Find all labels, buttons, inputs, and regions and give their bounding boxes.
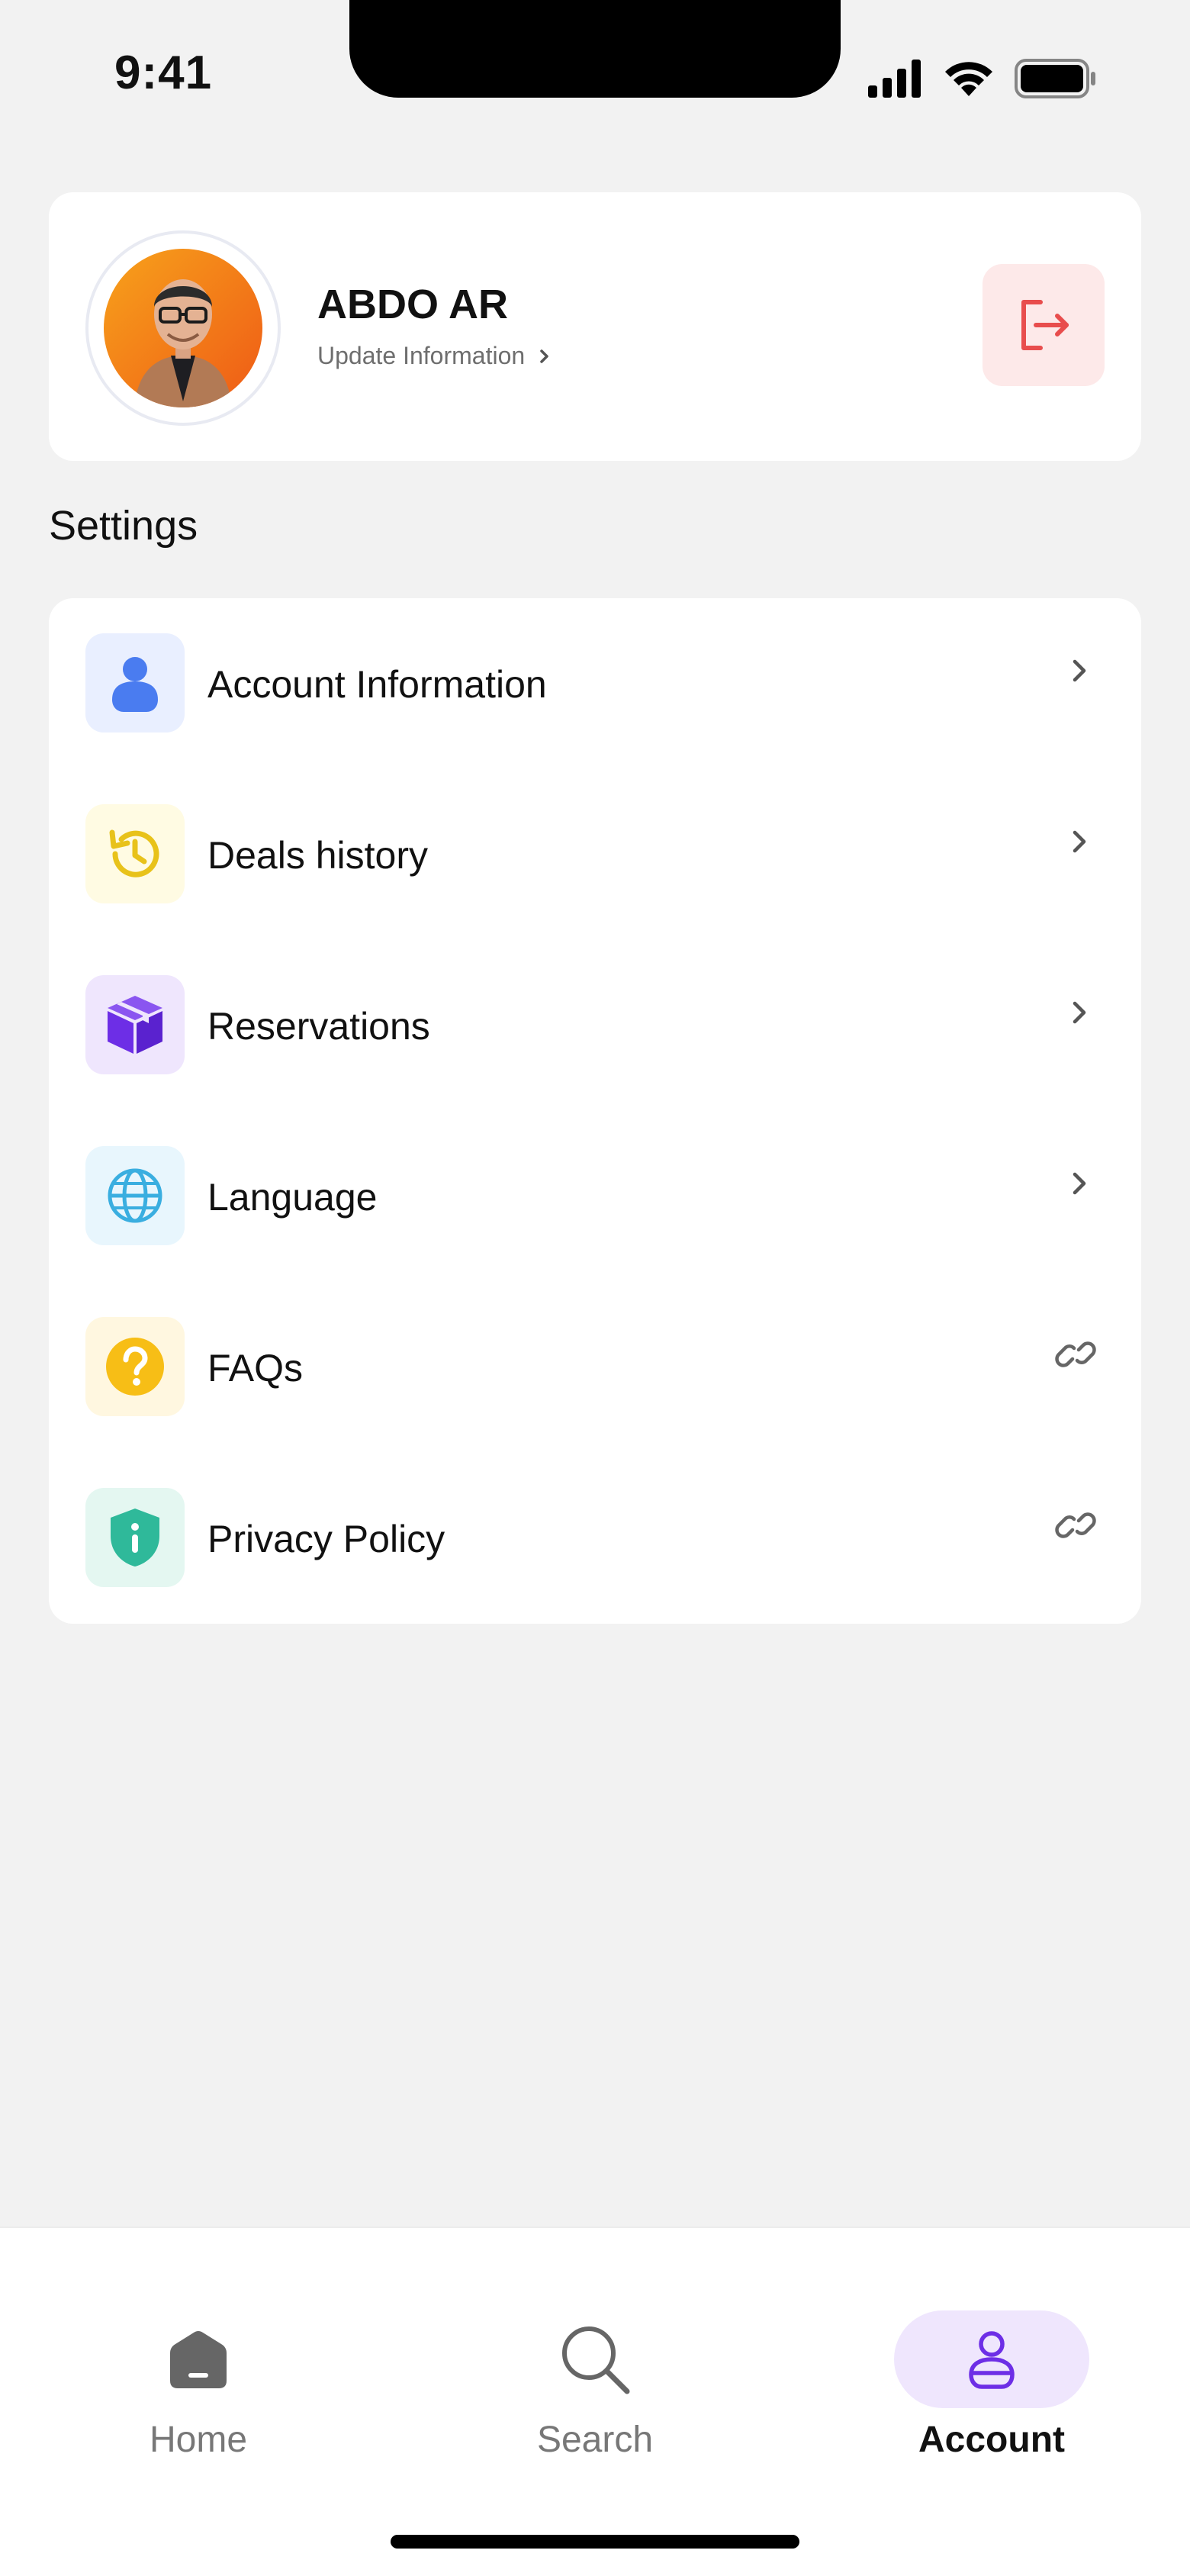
nav-item-account[interactable]: Account (877, 2274, 1106, 2460)
row-trailing (1045, 1499, 1106, 1552)
status-icons (868, 58, 1097, 99)
nav-icon-wrap (101, 2310, 296, 2408)
settings-item-language[interactable]: Language (49, 1111, 1141, 1282)
row-trailing (1053, 815, 1106, 868)
nav-label: Home (149, 2420, 248, 2460)
nav-icon-wrap (894, 2310, 1089, 2408)
settings-item-faqs[interactable]: FAQs (49, 1282, 1141, 1453)
settings-item-privacy-policy[interactable]: Privacy Policy (49, 1453, 1141, 1624)
user-name: ABDO AR (317, 282, 508, 327)
row-trailing (1053, 644, 1106, 697)
update-information-link[interactable]: Update Information (317, 342, 551, 370)
row-icon-tile (85, 975, 185, 1074)
avatar-ring (85, 230, 281, 426)
bottom-nav: Home Search Account (0, 2227, 1190, 2576)
wifi-icon (945, 62, 992, 96)
row-icon-tile (85, 804, 185, 903)
row-icon-tile (85, 1146, 185, 1245)
history-icon (109, 829, 159, 877)
chevron-right-icon (1073, 1172, 1086, 1195)
link-icon (1055, 1341, 1096, 1367)
cellular-signal-icon (868, 60, 921, 98)
user-icon (112, 657, 158, 712)
box-icon (108, 996, 162, 1054)
nav-label: Search (536, 2420, 654, 2460)
home-indicator[interactable] (391, 2535, 799, 2549)
row-icon-tile (85, 1317, 185, 1416)
shield-info-icon (111, 1509, 159, 1567)
link-icon (1055, 1512, 1096, 1538)
nav-item-home[interactable]: Home (84, 2274, 313, 2460)
chevron-right-icon (1073, 1001, 1086, 1024)
avatar-photo (104, 249, 262, 407)
globe-icon (108, 1168, 162, 1223)
logout-button[interactable] (983, 264, 1105, 386)
chevron-right-icon (540, 349, 548, 363)
settings-item-deals-history[interactable]: Deals history (49, 769, 1141, 940)
status-bar: 9:41 (0, 0, 1190, 145)
status-time: 9:41 (114, 47, 213, 99)
device-notch (349, 0, 841, 98)
settings-item-label: Privacy Policy (207, 1518, 445, 1560)
settings-list: Account Information Deals history Reserv… (49, 598, 1141, 1624)
settings-item-account-information[interactable]: Account Information (49, 598, 1141, 769)
settings-item-label: Reservations (207, 1005, 430, 1048)
settings-item-label: Deals history (207, 834, 428, 877)
nav-label: Account (918, 2420, 1065, 2460)
nav-icon-wrap (497, 2310, 693, 2408)
settings-item-label: FAQs (207, 1347, 304, 1389)
battery-icon (1015, 59, 1095, 98)
chevron-right-icon (1073, 830, 1086, 853)
row-icon-tile (85, 1488, 185, 1587)
settings-item-label: Account Information (207, 663, 547, 706)
chevron-right-icon (1073, 659, 1086, 682)
avatar[interactable] (104, 249, 262, 407)
logout-icon (1021, 300, 1069, 350)
profile-card: ABDO AR Update Information (49, 192, 1141, 461)
update-information-label: Update Information (317, 342, 526, 369)
user-outline-icon (969, 2331, 1015, 2389)
settings-title: Settings (49, 503, 198, 549)
search-icon (562, 2326, 630, 2394)
row-trailing (1053, 986, 1106, 1039)
account-screen: 9:41 ABDO AR Update Information Settings… (0, 0, 1190, 2576)
settings-item-reservations[interactable]: Reservations (49, 940, 1141, 1111)
row-icon-tile (85, 633, 185, 733)
question-icon (106, 1338, 164, 1396)
row-trailing (1045, 1328, 1106, 1381)
settings-item-label: Language (207, 1176, 378, 1219)
row-trailing (1053, 1157, 1106, 1210)
home-icon (170, 2331, 227, 2388)
nav-item-search[interactable]: Search (481, 2274, 709, 2460)
